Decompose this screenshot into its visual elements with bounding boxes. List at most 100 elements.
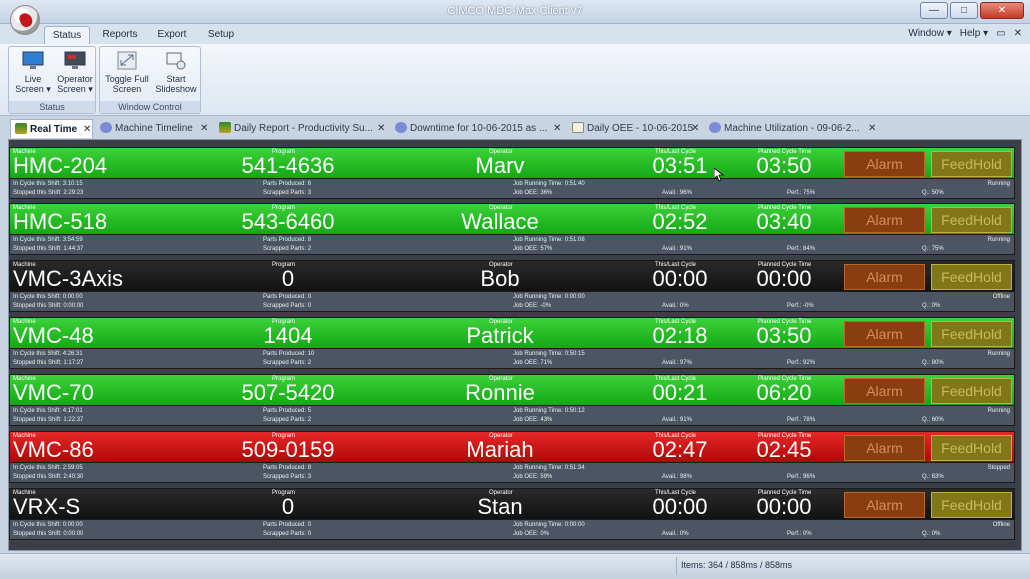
- scrapped-parts-caption: Scrapped Parts:: [263, 531, 307, 537]
- alarm-button[interactable]: Alarm: [844, 264, 925, 290]
- job-oee-value: 57%: [540, 246, 553, 252]
- close-tab-icon[interactable]: ✕: [200, 119, 208, 138]
- job-running-time-value: 0:51:40: [564, 181, 585, 187]
- machine-row[interactable]: Machine Program Operator This/Last Cycle…: [9, 431, 1015, 483]
- close-tab-icon[interactable]: ✕: [377, 119, 385, 138]
- doc-tab-label: Daily Report - Productivity Su...: [234, 123, 373, 134]
- doc-tab-machine-utilization[interactable]: Machine Utilization - 09-06-2... ✕: [709, 119, 879, 138]
- start-slideshow-button[interactable]: Start Slideshow: [152, 51, 200, 94]
- doc-tab-daily-report[interactable]: Daily Report - Productivity Su... ✕: [219, 119, 388, 138]
- ribbon-close-icon[interactable]: ✕: [1014, 28, 1022, 39]
- doc-tab-downtime[interactable]: Downtime for 10-06-2015 as ... ✕: [395, 119, 565, 138]
- live-screen-button[interactable]: Live Screen ▾: [11, 51, 55, 94]
- alarm-button[interactable]: Alarm: [844, 321, 925, 347]
- quality-value: 80%: [931, 360, 944, 366]
- feedhold-button[interactable]: FeedHold: [931, 435, 1012, 461]
- machine-row[interactable]: Machine Program Operator This/Last Cycle…: [9, 317, 1015, 369]
- stopped-caption: Stopped this Shift:: [13, 531, 62, 537]
- doc-tab-daily-oee[interactable]: Daily OEE - 10-06-2015 ✕: [572, 119, 702, 138]
- maximize-button[interactable]: □: [950, 2, 978, 19]
- alarm-button[interactable]: Alarm: [844, 151, 925, 177]
- machine-row[interactable]: Machine Program Operator This/Last Cycle…: [9, 147, 1015, 199]
- scrapped-parts-caption: Scrapped Parts:: [263, 360, 307, 366]
- job-running-time-value: 0:50:12: [564, 408, 585, 414]
- quality-text: Q.: 63%: [922, 474, 944, 480]
- machine-status: Running: [987, 408, 1010, 414]
- machine-name: VMC-86: [13, 437, 94, 462]
- planned-cycle-time: 03:40: [756, 209, 812, 234]
- perf-caption: Perf.:: [787, 303, 802, 309]
- machine-status: Offline: [992, 294, 1010, 300]
- toggle-full-screen-button[interactable]: Toggle Full Screen: [102, 51, 152, 94]
- scrapped-parts-value: 2: [307, 360, 312, 366]
- utilization-icon: [709, 122, 721, 133]
- machine-row[interactable]: Machine Program Operator This/Last Cycle…: [9, 488, 1015, 540]
- feedhold-button[interactable]: FeedHold: [931, 492, 1012, 518]
- machine-info: In Cycle this Shift: 4:26:31 Stopped thi…: [9, 349, 1015, 369]
- perf-value: 92%: [803, 360, 816, 366]
- in-cycle-caption: In Cycle this Shift:: [13, 408, 62, 414]
- restore-ribbon-icon[interactable]: ▭: [996, 28, 1005, 39]
- perf-value: 78%: [803, 417, 816, 423]
- operator-name: Patrick: [466, 323, 534, 348]
- machine-row[interactable]: Machine Program Operator This/Last Cycle…: [9, 374, 1015, 426]
- job-running-time-value: 0:00:00: [564, 294, 585, 300]
- tab-status[interactable]: Status: [44, 26, 90, 44]
- tab-export[interactable]: Export: [150, 26, 194, 44]
- feedhold-button[interactable]: FeedHold: [931, 264, 1012, 290]
- avail-value: 91%: [679, 246, 692, 252]
- quality-value: 50%: [931, 190, 944, 196]
- close-tab-icon[interactable]: ✕: [868, 119, 876, 138]
- doc-tab-label: Downtime for 10-06-2015 as ...: [410, 123, 548, 134]
- scrapped-parts-value: 0: [307, 531, 312, 537]
- feedhold-button[interactable]: FeedHold: [931, 207, 1012, 233]
- parts-produced-value: 6: [307, 181, 312, 187]
- parts-produced-text: Parts Produced: 8: [263, 465, 311, 471]
- doc-tab-label: Machine Utilization - 09-06-2...: [724, 123, 860, 134]
- job-oee-value: 59%: [540, 474, 553, 480]
- feedhold-button[interactable]: FeedHold: [931, 321, 1012, 347]
- close-tab-icon[interactable]: ✕: [553, 119, 561, 138]
- feedhold-button[interactable]: FeedHold: [931, 378, 1012, 404]
- close-tab-icon[interactable]: ✕: [691, 119, 699, 138]
- doc-tab-label: Machine Timeline: [115, 123, 193, 134]
- doc-tab-real-time[interactable]: Real Time ✕: [10, 119, 93, 138]
- machine-name: VMC-3Axis: [13, 266, 124, 291]
- in-cycle-value: 3:54:59: [62, 237, 83, 243]
- quality-text: Q.: 50%: [922, 190, 944, 196]
- program-number: 1404: [263, 323, 313, 348]
- machine-row[interactable]: Machine Program Operator This/Last Cycle…: [9, 260, 1015, 312]
- avail-text: Avail.: 91%: [662, 246, 692, 252]
- tab-setup[interactable]: Setup: [200, 26, 242, 44]
- operator-monitor-icon: [64, 51, 86, 69]
- machine-header: Machine Program Operator This/Last Cycle…: [9, 488, 1015, 520]
- minimize-button[interactable]: —: [920, 2, 948, 19]
- window-menu[interactable]: Window ▾: [908, 28, 951, 39]
- job-running-time-value: 0:51:08: [564, 237, 585, 243]
- feedhold-button[interactable]: FeedHold: [931, 151, 1012, 177]
- alarm-button[interactable]: Alarm: [844, 378, 925, 404]
- parts-produced-value: 8: [307, 237, 312, 243]
- job-oee-text: Job OEE: 0%: [513, 531, 549, 537]
- doc-tab-machine-timeline[interactable]: Machine Timeline ✕: [100, 119, 212, 138]
- window-title: CIMCO MDC-Max Client v7: [447, 5, 583, 17]
- app-logo-icon[interactable]: [10, 5, 40, 35]
- quality-text: Q.: 75%: [922, 246, 944, 252]
- avail-value: 0%: [679, 303, 689, 309]
- quality-value: 0%: [931, 531, 941, 537]
- help-menu-label: Help: [959, 28, 981, 39]
- job-oee-text: Job OEE: 57%: [513, 246, 552, 252]
- parts-produced-text: Parts Produced: 6: [263, 181, 311, 187]
- close-button[interactable]: ✕: [980, 2, 1024, 19]
- alarm-button[interactable]: Alarm: [844, 207, 925, 233]
- tab-reports[interactable]: Reports: [96, 26, 144, 44]
- operator-screen-button[interactable]: Operator Screen ▾: [53, 51, 97, 94]
- alarm-button[interactable]: Alarm: [844, 435, 925, 461]
- alarm-button[interactable]: Alarm: [844, 492, 925, 518]
- close-tab-icon[interactable]: ✕: [83, 120, 91, 139]
- planned-cycle-time: 02:45: [756, 437, 812, 462]
- help-menu[interactable]: Help ▾: [960, 28, 988, 39]
- parts-produced-value: 10: [307, 351, 315, 357]
- quality-caption: Q.:: [922, 303, 931, 309]
- machine-row[interactable]: Machine Program Operator This/Last Cycle…: [9, 203, 1015, 255]
